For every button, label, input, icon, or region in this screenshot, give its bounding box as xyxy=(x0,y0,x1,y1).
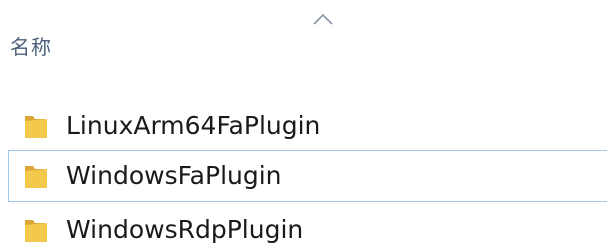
folder-icon xyxy=(25,166,47,188)
folder-icon xyxy=(25,220,47,242)
file-name: LinuxArm64FaPlugin xyxy=(66,111,321,140)
column-header-name[interactable]: 名称 xyxy=(10,30,52,64)
file-row-windowsfaplugin[interactable]: WindowsFaPlugin xyxy=(8,150,607,202)
chevron-up-icon[interactable] xyxy=(312,12,334,26)
file-name: WindowsFaPlugin xyxy=(66,161,282,190)
folder-icon xyxy=(25,116,47,138)
file-row-linuxarm64faplugin[interactable]: LinuxArm64FaPlugin xyxy=(8,100,607,152)
file-name: WindowsRdpPlugin xyxy=(66,215,304,244)
file-row-windowsrdpplugin[interactable]: WindowsRdpPlugin xyxy=(8,204,607,249)
